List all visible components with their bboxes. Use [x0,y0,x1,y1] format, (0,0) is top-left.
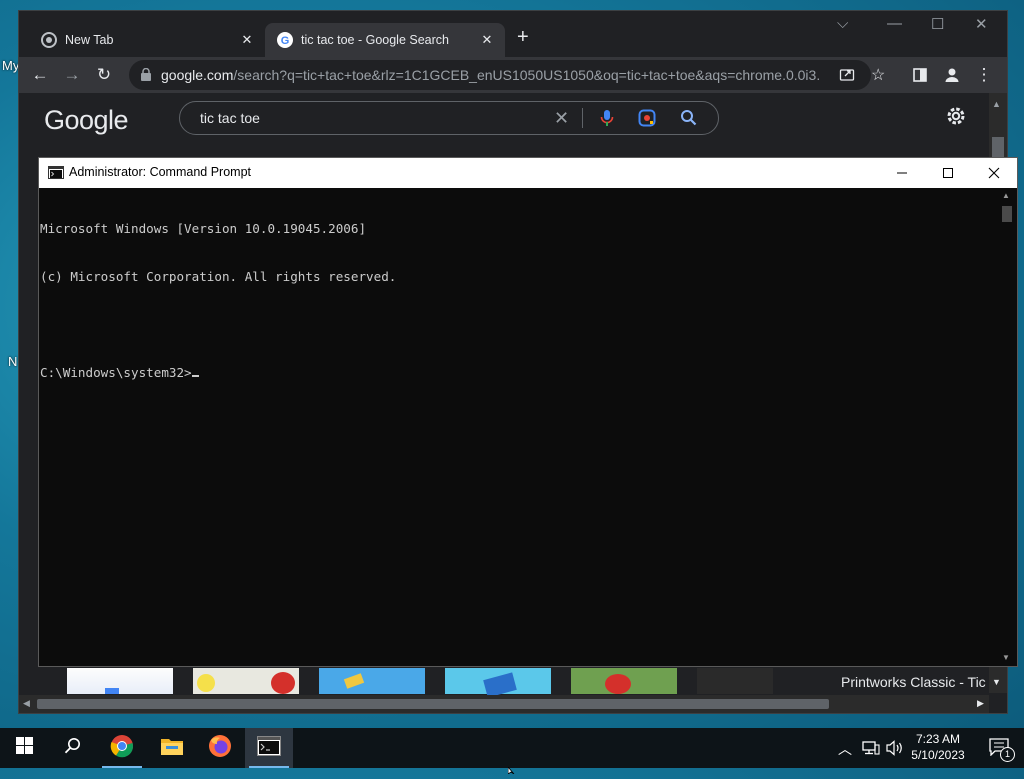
result-caption[interactable]: Printworks Classic - Tic [841,674,986,690]
scroll-thumb[interactable] [37,699,829,709]
tab-google-search[interactable]: G tic tac toe - Google Search ✕ [265,23,505,57]
tab-strip: New Tab ✕ G tic tac toe - Google Search … [19,11,1007,57]
maximize-icon[interactable]: ☐ [931,15,944,33]
minimize-icon[interactable]: — [887,15,902,32]
settings-gear-icon[interactable] [945,105,967,132]
console-scrollbar[interactable]: ▲ ▼ [998,189,1016,665]
notification-icon: 1 [989,738,1015,762]
profile-icon[interactable] [939,62,965,88]
folder-icon [160,736,184,761]
close-tab-icon[interactable]: ✕ [477,32,497,48]
divider [582,108,583,128]
minimize-icon[interactable] [879,161,925,185]
scroll-thumb[interactable] [992,137,1004,159]
image-result-thumb[interactable] [319,668,425,694]
close-tab-icon[interactable]: ✕ [237,32,257,48]
command-prompt-window[interactable]: Administrator: Command Prompt Microsoft … [38,157,1018,667]
svg-text:G: G [281,35,290,47]
close-window-icon[interactable] [971,161,1017,185]
taskbar-chrome[interactable] [98,728,146,768]
search-input[interactable]: tic tac toe ✕ [179,101,719,135]
notification-count-badge: 1 [1000,747,1015,762]
console-line: Microsoft Windows [Version 10.0.19045.20… [40,221,367,236]
cmd-icon [257,735,281,761]
image-result-thumb[interactable] [445,668,551,698]
cmd-title: Administrator: Command Prompt [69,165,252,179]
cmd-title-bar[interactable]: Administrator: Command Prompt [39,158,1017,188]
share-icon[interactable] [839,66,855,87]
tab-new-tab[interactable]: New Tab ✕ [29,23,265,57]
tab-search-icon[interactable]: ⌵ [837,15,848,32]
clear-search-icon[interactable]: ✕ [554,108,569,129]
bookmark-star-icon[interactable]: ☆ [871,65,885,85]
notification-center-button[interactable]: 1 [976,728,1024,768]
side-panel-icon[interactable] [907,62,933,88]
chrome-icon [41,32,57,48]
taskbar-file-explorer[interactable] [148,728,196,768]
mouse-pointer-icon [507,761,516,779]
taskbar-clock[interactable]: 7:23 AM 5/10/2023 [906,731,970,763]
menu-kebab-icon[interactable]: ⋮ [971,62,997,88]
search-button[interactable] [48,728,96,768]
address-bar[interactable]: google.com/search?q=tic+tac+toe&rlz=1C1G… [129,60,885,90]
chevron-up-icon[interactable]: ︿ [838,739,852,759]
maximize-icon[interactable] [925,161,971,185]
back-icon[interactable]: ← [27,62,53,88]
prompt-line[interactable]: C:\Windows\system32> [40,365,996,381]
start-button[interactable] [0,728,48,768]
console-prompt: C:\Windows\system32> [40,365,192,380]
tab-title: New Tab [65,33,114,47]
lens-search-icon[interactable] [638,109,656,132]
chrome-icon [110,734,134,763]
forward-icon[interactable]: → [59,62,85,88]
lock-icon[interactable] [141,67,151,86]
text-cursor [191,375,199,377]
browser-toolbar: ← → ↻ google.com/search?q=tic+tac+toe&rl… [19,57,1007,93]
page-horizontal-scrollbar[interactable]: ◀ ▶ [19,695,989,713]
firefox-icon [208,734,232,763]
taskbar-firefox[interactable] [196,728,244,768]
scroll-thumb[interactable] [1002,206,1012,222]
url-text[interactable]: google.com/search?q=tic+tac+toe&rlz=1C1G… [161,67,821,83]
desktop-icon-label[interactable]: My [2,58,19,73]
tab-title: tic tac toe - Google Search [301,33,449,47]
new-tab-button[interactable]: + [517,26,529,48]
image-result-thumb[interactable] [571,668,677,694]
image-result-thumb[interactable] [67,668,173,694]
search-icon [64,737,81,759]
windows-logo-icon [15,737,33,759]
console-line: (c) Microsoft Corporation. All rights re… [40,269,397,284]
image-result-thumb[interactable] [697,668,773,694]
desktop-icon-label[interactable]: N [8,354,17,369]
search-icon[interactable] [680,109,697,131]
google-g-icon: G [277,32,293,48]
voice-search-icon[interactable] [600,109,614,132]
taskbar-command-prompt[interactable] [245,728,293,768]
cmd-icon [48,166,64,184]
google-logo[interactable]: Google [44,105,129,136]
clock-time: 7:23 AM [915,732,961,746]
volume-icon[interactable] [886,740,904,761]
search-query-text[interactable]: tic tac toe [200,110,260,126]
close-window-icon[interactable]: ✕ [975,15,988,33]
console-output[interactable]: Microsoft Windows [Version 10.0.19045.20… [40,189,996,665]
network-icon[interactable] [862,741,880,760]
reload-icon[interactable]: ↻ [91,62,117,88]
image-result-thumb[interactable] [193,668,299,694]
clock-date: 5/10/2023 [911,748,965,762]
